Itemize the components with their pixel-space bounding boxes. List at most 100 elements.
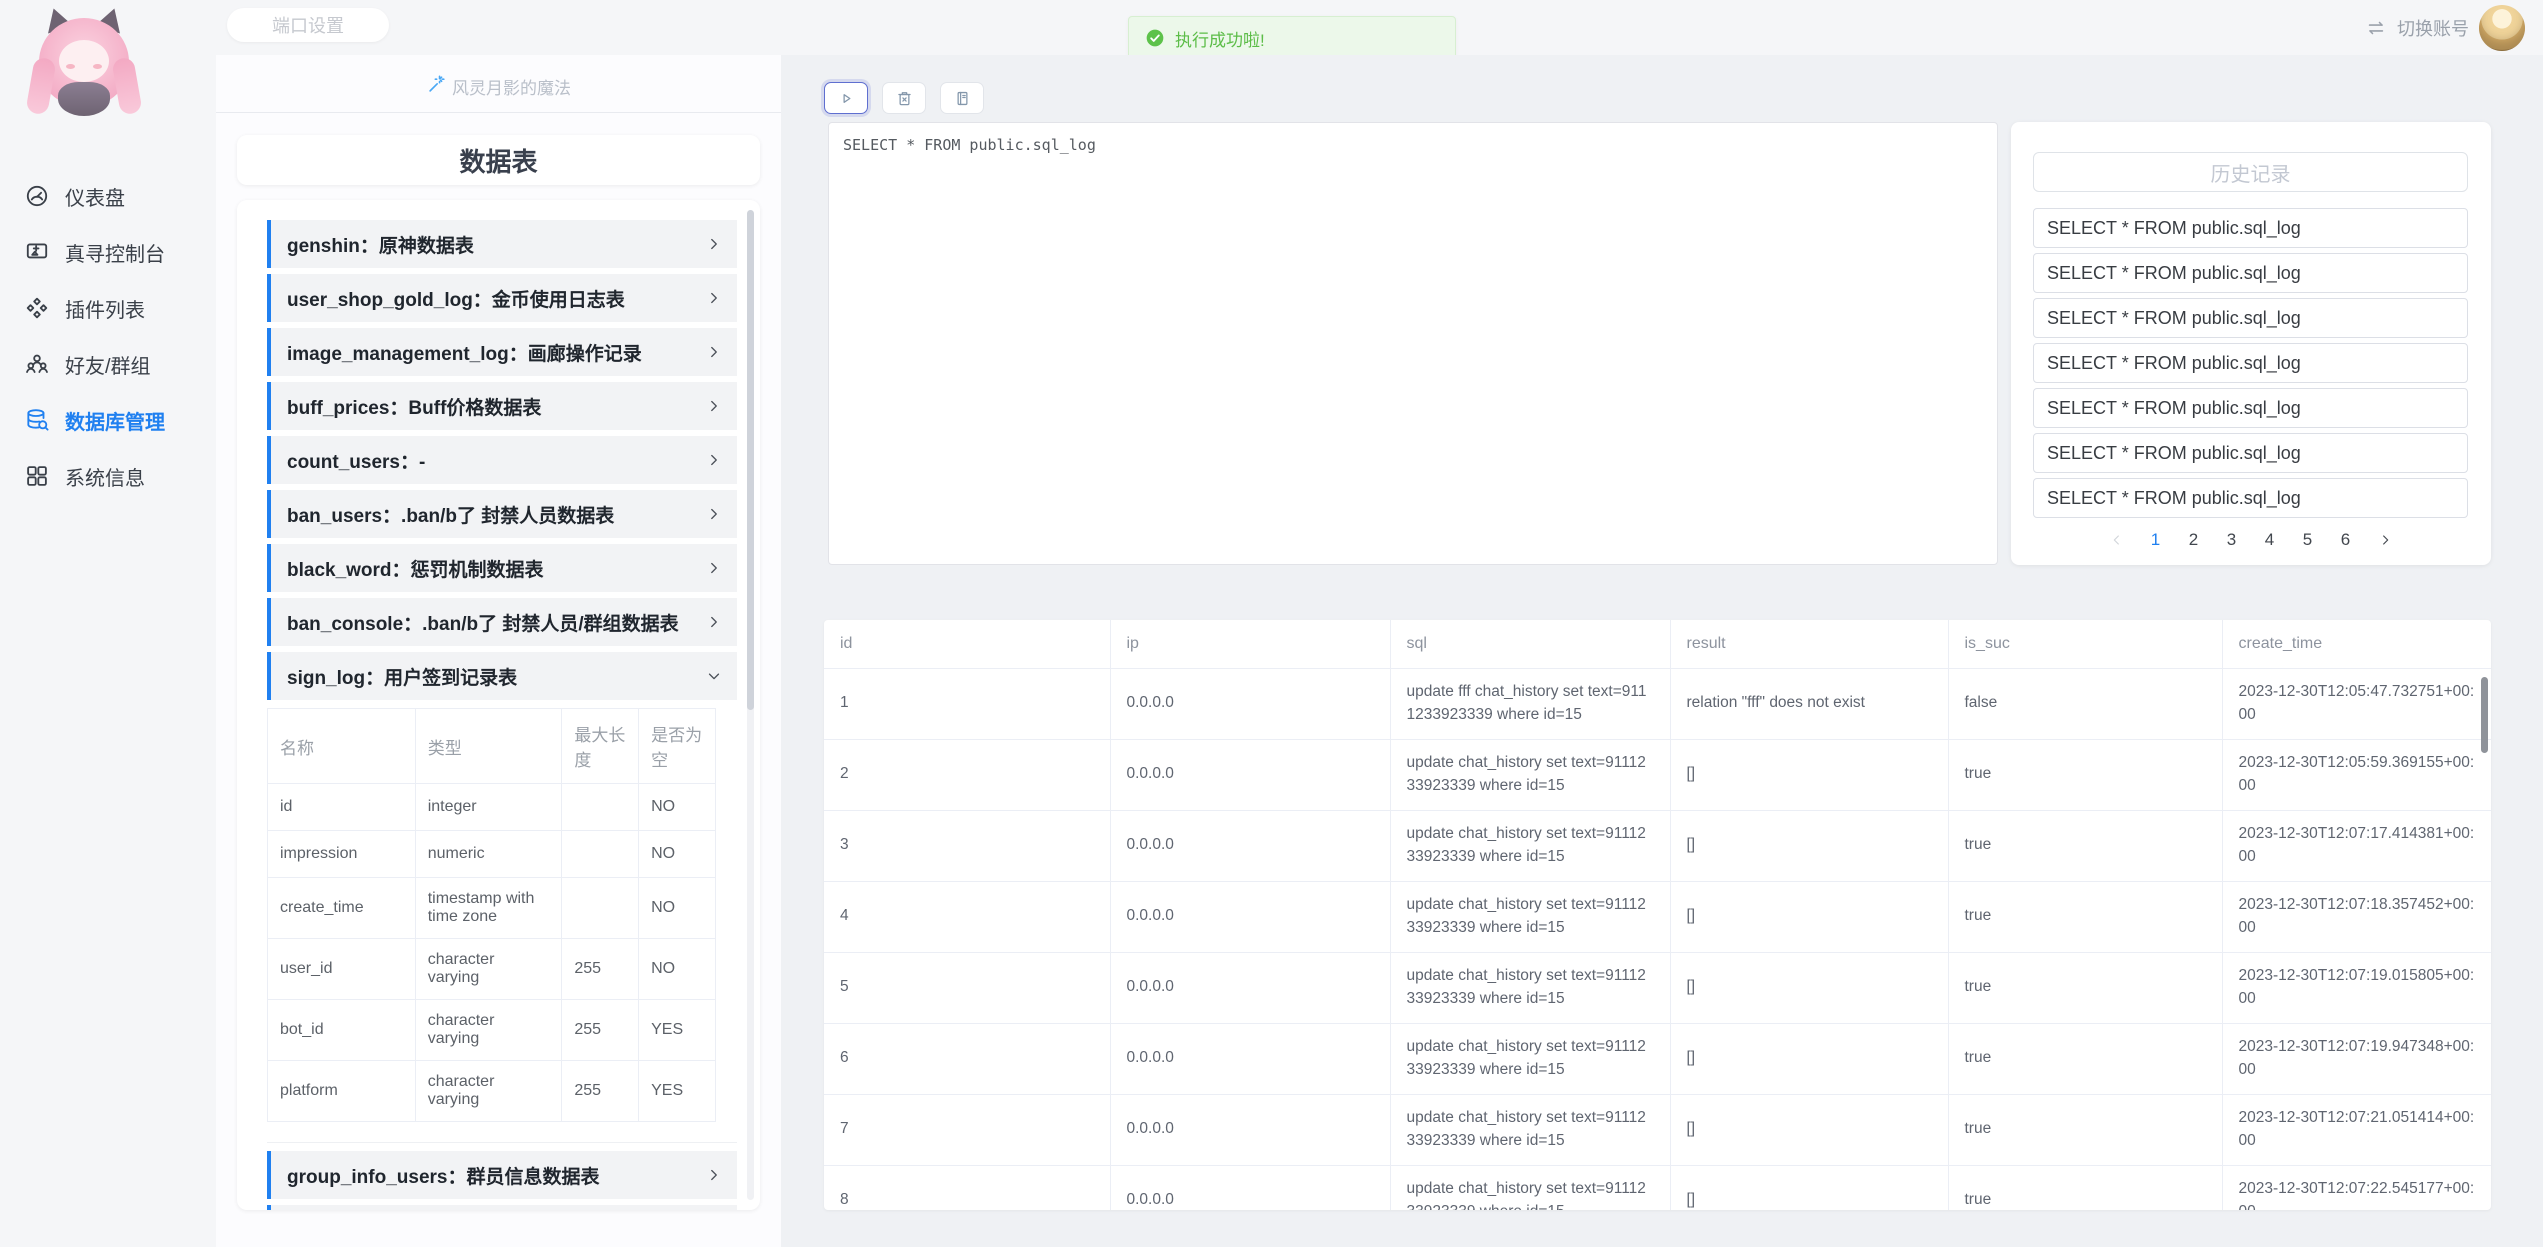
copy-sql-button[interactable]: [940, 82, 984, 114]
cell-result: []: [1670, 952, 1948, 1023]
schema-cell: timestamp with time zone: [415, 878, 562, 939]
page-next-button[interactable]: [2377, 532, 2393, 548]
history-item[interactable]: SELECT * FROM public.sql_log: [2033, 298, 2468, 338]
tables-list-scrollbar[interactable]: [747, 210, 754, 1200]
schema-cell: create_time: [268, 878, 416, 939]
table-item-label: user_shop_gold_log：金币使用日志表: [287, 285, 625, 312]
list-section-divider: [267, 1142, 737, 1143]
schema-row: impression numeric NO: [268, 831, 716, 878]
cell-is-suc: true: [1948, 1023, 2222, 1094]
cell-is-suc: false: [1948, 668, 2222, 739]
history-item[interactable]: SELECT * FROM public.sql_log: [2033, 478, 2468, 518]
table-item-sign-log[interactable]: sign_log：用户签到记录表: [267, 652, 737, 700]
results-col-ip: ip: [1110, 620, 1390, 668]
cell-ip: 0.0.0.0: [1110, 952, 1390, 1023]
history-pagination: 1 2 3 4 5 6: [2033, 530, 2468, 550]
switch-account-icon: [2365, 17, 2387, 39]
table-item-label: buff_prices：Buff价格数据表: [287, 393, 541, 420]
schema-col-type: 类型: [415, 709, 562, 784]
cell-create-time: 2023-12-30T12:05:47.732751+00:00: [2222, 668, 2491, 739]
results-col-sql: sql: [1390, 620, 1670, 668]
sql-editor[interactable]: SELECT * FROM public.sql_log: [828, 122, 1998, 565]
cell-id: 4: [824, 881, 1110, 952]
page-number-5[interactable]: 5: [2301, 530, 2315, 550]
schema-row: id integer NO: [268, 784, 716, 831]
page-prev-button[interactable]: [2109, 532, 2125, 548]
results-row: 1 0.0.0.0 update fff chat_history set te…: [824, 668, 2491, 739]
cell-sql: update chat_history set text=91112339233…: [1390, 881, 1670, 952]
schema-cell: NO: [639, 878, 716, 939]
sidebar-item-console[interactable]: 真寻控制台: [0, 224, 216, 280]
cell-id: 7: [824, 1094, 1110, 1165]
sidebar-item-friends[interactable]: 好友/群组: [0, 336, 216, 392]
results-row: 5 0.0.0.0 update chat_history set text=9…: [824, 952, 2491, 1023]
sidebar-item-plugins[interactable]: 插件列表: [0, 280, 216, 336]
main-area: SELECT * FROM public.sql_log 历史记录 SELECT…: [781, 55, 2543, 1247]
history-item[interactable]: SELECT * FROM public.sql_log: [2033, 343, 2468, 383]
table-item-count-users[interactable]: count_users：-: [267, 436, 737, 484]
sidebar-item-label: 系统信息: [65, 462, 145, 491]
table-item-ban-users[interactable]: ban_users：.ban/b了 封禁人员数据表: [267, 490, 737, 538]
cell-ip: 0.0.0.0: [1110, 1165, 1390, 1210]
schema-cell: 255: [562, 1000, 639, 1061]
cell-ip: 0.0.0.0: [1110, 810, 1390, 881]
schema-cell: character varying: [415, 1000, 562, 1061]
schema-cell: NO: [639, 939, 716, 1000]
run-sql-button[interactable]: [824, 82, 868, 114]
cell-sql: update fff chat_history set text=9111233…: [1390, 668, 1670, 739]
table-item-user-shop-gold-log[interactable]: user_shop_gold_log：金币使用日志表: [267, 274, 737, 322]
bot-avatar[interactable]: [28, 6, 140, 124]
table-item-genshin[interactable]: genshin：原神数据表: [267, 220, 737, 268]
table-item-ban-console[interactable]: ban_console：.ban/b了 封禁人员/群组数据表: [267, 598, 737, 646]
table-item-image-management-log[interactable]: image_management_log：画廊操作记录: [267, 328, 737, 376]
sidebar-item-label: 仪表盘: [65, 182, 125, 211]
magic-label[interactable]: 风灵月影的魔法: [216, 69, 781, 103]
copy-icon: [953, 89, 972, 108]
sidebar: 仪表盘 真寻控制台 插件列表 好友/群组 数据库管理: [0, 0, 216, 1247]
tables-title: 数据表: [237, 135, 760, 185]
page-number-2[interactable]: 2: [2187, 530, 2201, 550]
clear-sql-button[interactable]: [882, 82, 926, 114]
sidebar-item-system-info[interactable]: 系统信息: [0, 448, 216, 504]
results-col-id: id: [824, 620, 1110, 668]
page-number-3[interactable]: 3: [2225, 530, 2239, 550]
schema-cell: character varying: [415, 939, 562, 1000]
schema-row: user_id character varying 255 NO: [268, 939, 716, 1000]
dashboard-icon: [24, 183, 50, 209]
history-item[interactable]: SELECT * FROM public.sql_log: [2033, 433, 2468, 473]
scrollbar-thumb[interactable]: [747, 210, 754, 710]
panel-divider: [216, 112, 781, 113]
sidebar-item-database[interactable]: 数据库管理: [0, 392, 216, 448]
avatar-twintail-right: [111, 57, 142, 116]
schema-col-maxlen: 最大长度: [562, 709, 639, 784]
sidebar-item-dashboard[interactable]: 仪表盘: [0, 168, 216, 224]
cell-ip: 0.0.0.0: [1110, 739, 1390, 810]
results-row: 4 0.0.0.0 update chat_history set text=9…: [824, 881, 2491, 952]
switch-account-label[interactable]: 切换账号: [2397, 15, 2469, 41]
results-row: 7 0.0.0.0 update chat_history set text=9…: [824, 1094, 2491, 1165]
history-title[interactable]: 历史记录: [2033, 152, 2468, 192]
results-scrollbar[interactable]: [2481, 677, 2488, 753]
user-avatar[interactable]: [2479, 5, 2525, 51]
chevron-right-icon: [705, 343, 723, 361]
history-item[interactable]: SELECT * FROM public.sql_log: [2033, 388, 2468, 428]
cell-sql: update chat_history set text=91112339233…: [1390, 1023, 1670, 1094]
avatar-dress: [58, 82, 110, 116]
page-number-1[interactable]: 1: [2149, 530, 2163, 550]
schema-cell: impression: [268, 831, 416, 878]
port-settings-button[interactable]: 端口设置: [227, 8, 389, 42]
page-number-4[interactable]: 4: [2263, 530, 2277, 550]
table-item-fantasy-card-log[interactable]: fantasy_card_log：卡牌获取日志表: [267, 1205, 737, 1210]
schema-cell: platform: [268, 1061, 416, 1122]
plugins-icon: [24, 295, 50, 321]
schema-row: bot_id character varying 255 YES: [268, 1000, 716, 1061]
history-item[interactable]: SELECT * FROM public.sql_log: [2033, 253, 2468, 293]
chevron-right-icon: [705, 505, 723, 523]
results-row: 8 0.0.0.0 update chat_history set text=9…: [824, 1165, 2491, 1210]
table-item-black-word[interactable]: black_word：惩罚机制数据表: [267, 544, 737, 592]
page-number-6[interactable]: 6: [2339, 530, 2353, 550]
history-item[interactable]: SELECT * FROM public.sql_log: [2033, 208, 2468, 248]
table-item-buff-prices[interactable]: buff_prices：Buff价格数据表: [267, 382, 737, 430]
table-item-group-info-users[interactable]: group_info_users：群员信息数据表: [267, 1151, 737, 1199]
cell-ip: 0.0.0.0: [1110, 881, 1390, 952]
